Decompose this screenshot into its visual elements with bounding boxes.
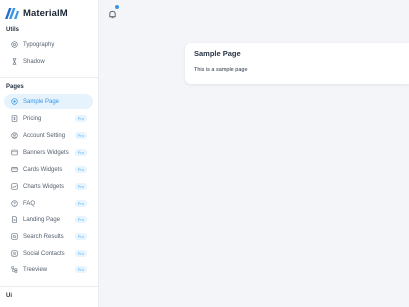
- sidebar-divider: [0, 286, 98, 287]
- sidebar-divider: [0, 77, 98, 78]
- brand-name: MaterialM: [23, 7, 68, 19]
- notification-button[interactable]: [108, 5, 119, 19]
- pro-badge: Pro: [74, 183, 87, 190]
- cards-icon: [7, 163, 21, 177]
- target-icon: [7, 95, 21, 109]
- pro-badge: Pro: [74, 250, 87, 257]
- sidebar-item-pricing[interactable]: Pricing Pro: [4, 111, 93, 126]
- section-title-ui: Ui: [6, 293, 12, 299]
- pro-badge: Pro: [74, 149, 87, 156]
- section-title-utils: Utils: [6, 27, 20, 33]
- shadow-icon: [7, 55, 21, 69]
- notification-dot: [115, 5, 119, 9]
- pro-badge: Pro: [74, 233, 87, 240]
- tree-icon: [7, 263, 21, 277]
- card-title: Sample Page: [194, 49, 241, 58]
- account-settings-icon: [7, 129, 21, 143]
- pro-badge: Pro: [74, 132, 87, 139]
- pro-badge: Pro: [74, 216, 87, 223]
- pro-badge: Pro: [74, 115, 87, 122]
- sidebar-item-treeview[interactable]: Treeview Pro: [4, 262, 93, 277]
- sidebar-item-shadow[interactable]: Shadow: [4, 54, 93, 69]
- contacts-icon: [7, 247, 21, 261]
- typography-icon: [7, 38, 21, 52]
- pro-badge: Pro: [74, 266, 87, 273]
- brand-logo[interactable]: MaterialM: [5, 6, 68, 20]
- chart-icon: [7, 180, 21, 194]
- search-icon: [7, 230, 21, 244]
- materialm-logo-icon: [5, 7, 19, 19]
- pro-badge: Pro: [74, 166, 87, 173]
- sidebar: MaterialM Utils Typography Shadow Pages …: [0, 0, 99, 307]
- sidebar-item-cards-widgets[interactable]: Cards Widgets Pro: [4, 162, 93, 177]
- sidebar-item-charts-widgets[interactable]: Charts Widgets Pro: [4, 179, 93, 194]
- card-text: This is a sample page: [194, 67, 248, 73]
- pro-badge: Pro: [74, 200, 87, 207]
- banner-icon: [7, 146, 21, 160]
- sidebar-item-sample-page[interactable]: Sample Page: [4, 94, 93, 109]
- document-icon: [7, 213, 21, 227]
- bell-icon: [109, 10, 116, 19]
- sidebar-item-social-contacts[interactable]: Social Contacts Pro: [4, 246, 93, 261]
- sidebar-item-landing-page[interactable]: Landing Page Pro: [4, 212, 93, 227]
- sidebar-item-banners-widgets[interactable]: Banners Widgets Pro: [4, 145, 93, 160]
- section-title-pages: Pages: [6, 84, 24, 90]
- dollar-icon: [7, 112, 21, 126]
- sidebar-item-typography[interactable]: Typography: [4, 37, 93, 52]
- sample-page-card: Sample Page This is a sample page: [185, 43, 409, 84]
- sidebar-item-faq[interactable]: FAQ Pro: [4, 196, 93, 211]
- help-icon: [7, 197, 21, 211]
- sidebar-item-account-setting[interactable]: Account Setting Pro: [4, 128, 93, 143]
- sidebar-item-search-results[interactable]: Search Results Pro: [4, 229, 93, 244]
